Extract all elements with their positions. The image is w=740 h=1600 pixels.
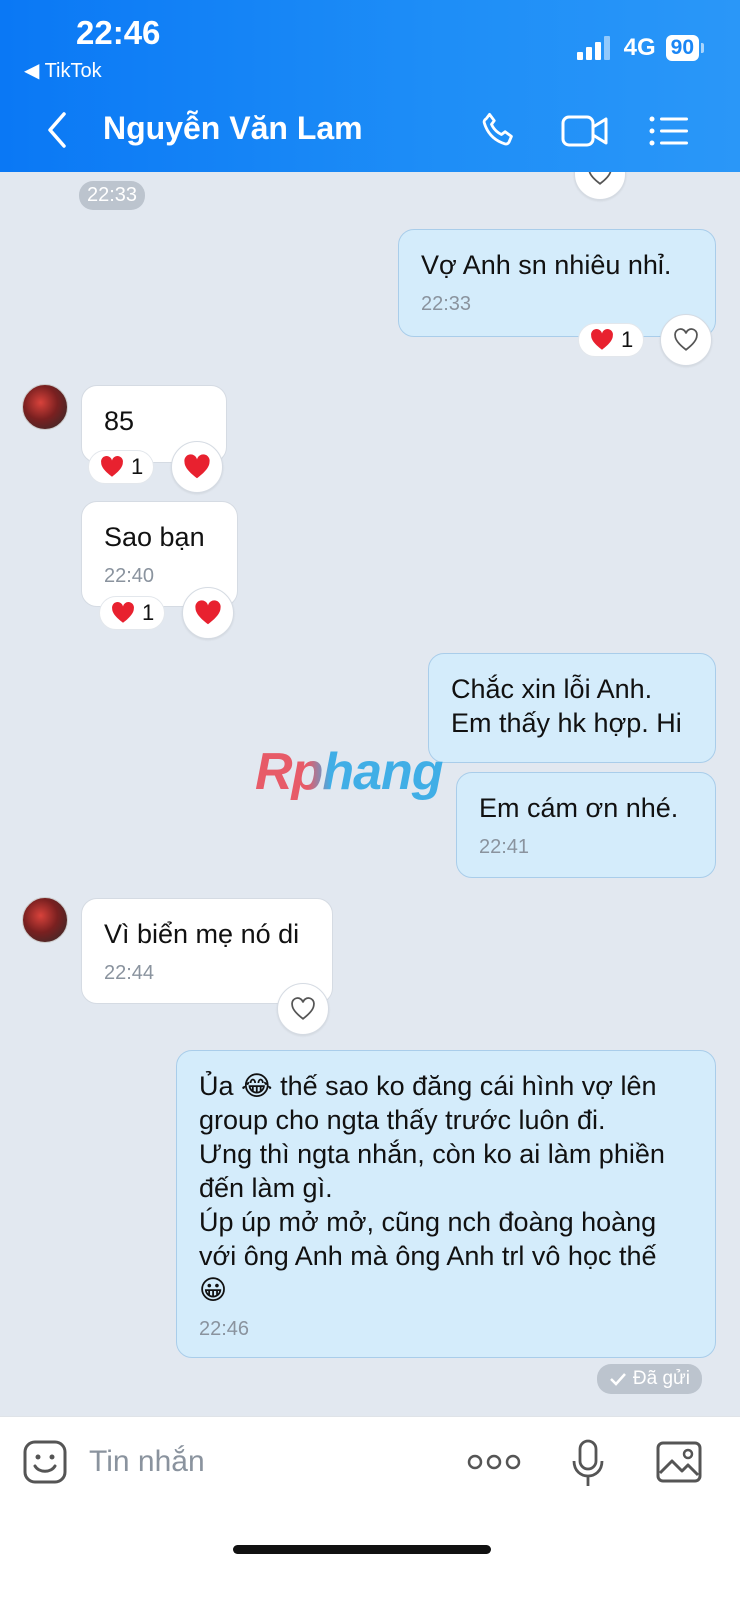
- heart-icon: [101, 456, 123, 477]
- network-type: 4G: [623, 34, 656, 61]
- message-text: Em cám ơn nhé.: [479, 793, 679, 823]
- check-icon: [610, 1373, 626, 1386]
- list-menu-icon: [649, 116, 688, 146]
- watermark-logo: Rphang: [255, 743, 444, 801]
- image-icon: [656, 1441, 702, 1483]
- message-time: 22:33: [421, 293, 472, 315]
- call-button[interactable]: [474, 106, 524, 156]
- message-time: 22:41: [479, 836, 530, 858]
- heart-icon: [184, 454, 210, 479]
- chat-header: 22:46 ◀ TikTok 4G 90 Nguyễn Văn Lam: [0, 0, 740, 172]
- microphone-icon: [572, 1439, 604, 1486]
- more-button[interactable]: [466, 1439, 522, 1485]
- status-time: 22:46: [76, 14, 161, 51]
- react-button[interactable]: [171, 441, 223, 493]
- message-input[interactable]: Tin nhắn: [89, 1445, 205, 1479]
- message-line: Ủa 😂 thế sao ko đăng cái hình vợ lên: [199, 1071, 657, 1101]
- avatar[interactable]: [22, 897, 68, 943]
- react-button[interactable]: [277, 983, 329, 1035]
- message-line: group cho ngta thấy trước luôn đi.: [199, 1105, 606, 1135]
- message-line: với ông Anh mà ông Anh trl vô học thế: [199, 1241, 657, 1271]
- contact-name[interactable]: Nguyễn Văn Lam: [103, 110, 363, 147]
- message-text: Vì biển mẹ nó di: [104, 919, 300, 949]
- message-line: Em thấy hk hợp. Hi: [451, 708, 682, 738]
- message-line: Ưng thì ngta nhắn, còn ko ai làm phiền: [199, 1139, 665, 1169]
- message-line: Úp úp mở mở, cũng nch đoàng hoàng: [199, 1207, 657, 1237]
- heart-icon: [195, 600, 221, 625]
- reaction-count[interactable]: 1: [88, 450, 155, 484]
- avatar[interactable]: [22, 384, 68, 430]
- reaction-count[interactable]: 1: [578, 323, 645, 357]
- chat-area[interactable]: 22:33 Vợ Anh sn nhiêu nhỉ. 22:33 1 85 1 …: [0, 172, 740, 1444]
- home-indicator[interactable]: [233, 1545, 491, 1554]
- react-button[interactable]: [574, 172, 626, 200]
- message-line: đến làm gì.: [199, 1173, 333, 1203]
- message-line: Chắc xin lỗi Anh.: [451, 674, 653, 704]
- react-button[interactable]: [660, 314, 712, 366]
- message-line: 😀: [199, 1275, 228, 1305]
- heart-outline-icon: [291, 997, 315, 1020]
- voice-button[interactable]: [568, 1439, 608, 1489]
- outgoing-message[interactable]: Ủa 😂 thế sao ko đăng cái hình vợ lên gro…: [176, 1050, 716, 1358]
- message-text: Vợ Anh sn nhiêu nhỉ.: [421, 250, 672, 280]
- heart-outline-icon: [674, 328, 698, 351]
- sent-status-badge: Đã gửi: [596, 1364, 702, 1394]
- time-pill: 22:33: [79, 181, 146, 210]
- outgoing-message[interactable]: Chắc xin lỗi Anh. Em thấy hk hợp. Hi: [428, 653, 716, 763]
- sticker-button[interactable]: [22, 1439, 68, 1485]
- message-text: Sao bạn: [104, 522, 205, 552]
- back-button[interactable]: [40, 108, 76, 152]
- outgoing-message[interactable]: Em cám ơn nhé. 22:41: [456, 772, 716, 878]
- heart-outline-icon: [588, 172, 612, 185]
- chevron-left-icon: [48, 112, 66, 148]
- battery-icon: 90: [665, 35, 704, 61]
- nav-bar: Nguyễn Văn Lam: [0, 100, 740, 162]
- message-text: 85: [104, 406, 135, 436]
- menu-button[interactable]: [644, 106, 694, 156]
- message-input-bar: Tin nhắn: [0, 1416, 740, 1600]
- heart-icon: [112, 602, 134, 623]
- image-button[interactable]: [656, 1439, 702, 1485]
- video-camera-icon: [561, 115, 608, 147]
- message-time: 22:44: [104, 962, 155, 984]
- signal-icon: [576, 36, 610, 60]
- phone-icon: [482, 112, 513, 146]
- back-to-app-link[interactable]: ◀ TikTok: [24, 58, 102, 83]
- heart-icon: [591, 329, 613, 350]
- react-button[interactable]: [182, 587, 234, 639]
- video-call-button[interactable]: [560, 106, 610, 156]
- more-dots-icon: [467, 1454, 521, 1470]
- sticker-icon: [23, 1440, 67, 1484]
- reaction-count[interactable]: 1: [99, 596, 166, 630]
- status-indicators: 4G 90: [576, 34, 704, 62]
- message-time: 22:46: [199, 1318, 250, 1340]
- message-time: 22:40: [104, 565, 155, 587]
- battery-level: 90: [665, 35, 699, 61]
